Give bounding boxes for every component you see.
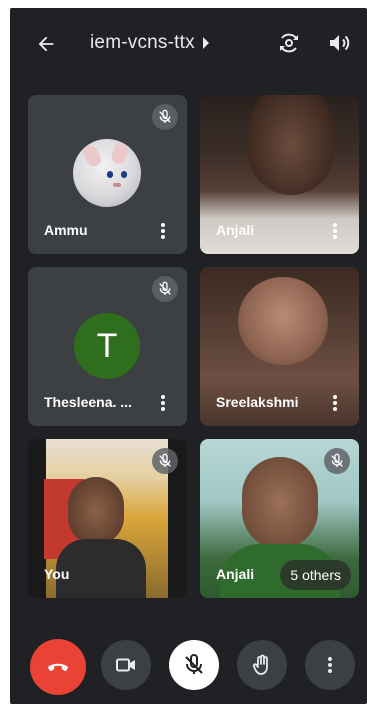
muted-badge — [152, 448, 178, 474]
participant-name: Sreelakshmi — [216, 394, 299, 410]
mic-off-icon — [159, 281, 171, 295]
avatar — [73, 139, 141, 207]
tile-more-button[interactable] — [157, 220, 169, 242]
audio-output-button[interactable] — [324, 28, 354, 58]
tile-more-button[interactable] — [329, 392, 341, 414]
flip-camera-icon — [280, 33, 298, 53]
participant-tile[interactable]: T Thesleena. ... — [28, 267, 187, 426]
participant-name: Anjali — [216, 566, 255, 582]
raise-hand-button[interactable] — [237, 640, 287, 690]
call-end-icon — [48, 663, 68, 672]
tile-more-button[interactable] — [157, 392, 169, 414]
volume-icon — [330, 35, 350, 51]
arrow-back-icon — [38, 36, 54, 52]
participant-tile[interactable]: Ammu — [28, 95, 187, 254]
more-vert-icon — [161, 223, 165, 227]
more-vert-icon — [161, 395, 165, 399]
participant-name: You — [44, 566, 70, 582]
meeting-info-button[interactable]: iem-vcns-ttx — [90, 32, 211, 54]
mic-off-icon — [159, 453, 171, 467]
meet-screen: iem-vcns-ttx Ammu Anjali T Thesleena. ..… — [10, 8, 367, 704]
video-feed — [242, 457, 318, 549]
chevron-right-icon — [202, 37, 209, 49]
participant-tile[interactable]: You — [28, 439, 187, 598]
mic-off-icon — [159, 109, 171, 123]
participant-tile[interactable]: Anjali 5 others — [200, 439, 359, 598]
more-vert-icon — [328, 657, 332, 673]
avatar: T — [74, 313, 140, 379]
camera-button[interactable] — [101, 640, 151, 690]
mic-off-icon — [185, 654, 203, 674]
top-bar: iem-vcns-ttx — [10, 8, 367, 78]
tile-more-button[interactable] — [329, 220, 341, 242]
videocam-icon — [116, 658, 135, 672]
participant-name: Anjali — [216, 222, 255, 238]
more-options-button[interactable] — [305, 640, 355, 690]
video-feed — [238, 277, 328, 365]
muted-badge — [324, 448, 350, 474]
participant-name: Thesleena. ... — [44, 394, 132, 410]
participant-tile[interactable]: Anjali — [200, 95, 359, 254]
video-feed — [248, 95, 334, 195]
more-vert-icon — [333, 395, 337, 399]
microphone-button[interactable] — [169, 640, 219, 690]
end-call-button[interactable] — [30, 639, 86, 695]
others-button[interactable]: 5 others — [280, 560, 351, 590]
more-vert-icon — [333, 223, 337, 227]
muted-badge — [152, 104, 178, 130]
switch-camera-button[interactable] — [274, 28, 304, 58]
meeting-code: iem-vcns-ttx — [90, 32, 195, 53]
back-button[interactable] — [32, 30, 60, 58]
muted-badge — [152, 276, 178, 302]
mic-off-icon — [331, 453, 343, 467]
hand-icon — [252, 654, 268, 675]
participant-tile[interactable]: Sreelakshmi — [200, 267, 359, 426]
participant-name: Ammu — [44, 222, 88, 238]
